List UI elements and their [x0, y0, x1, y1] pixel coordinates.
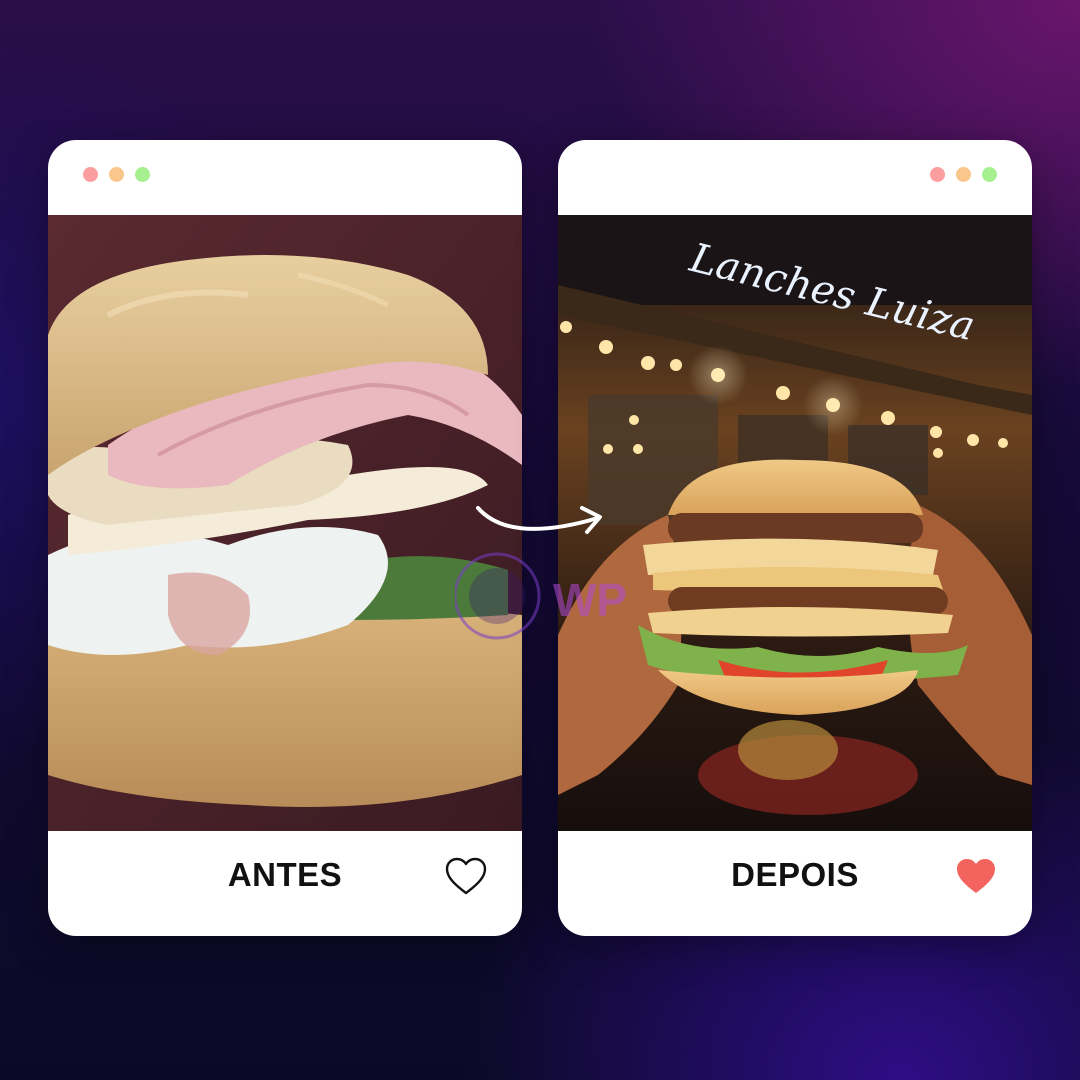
window-dot-red [930, 167, 945, 182]
window-dots [83, 167, 150, 182]
after-card: Lanches Luiza DEPOIS [558, 140, 1032, 936]
window-dot-yellow [109, 167, 124, 182]
window-dot-yellow [956, 167, 971, 182]
heart-filled-icon[interactable] [954, 856, 998, 896]
before-card: ANTES [48, 140, 522, 936]
window-dots [930, 167, 997, 182]
burger-photo: Lanches Luiza [558, 215, 1032, 831]
window-dot-green [135, 167, 150, 182]
sandwich-photo [48, 215, 522, 831]
window-dot-green [982, 167, 997, 182]
heart-outline-icon[interactable] [444, 856, 488, 896]
window-dot-red [83, 167, 98, 182]
